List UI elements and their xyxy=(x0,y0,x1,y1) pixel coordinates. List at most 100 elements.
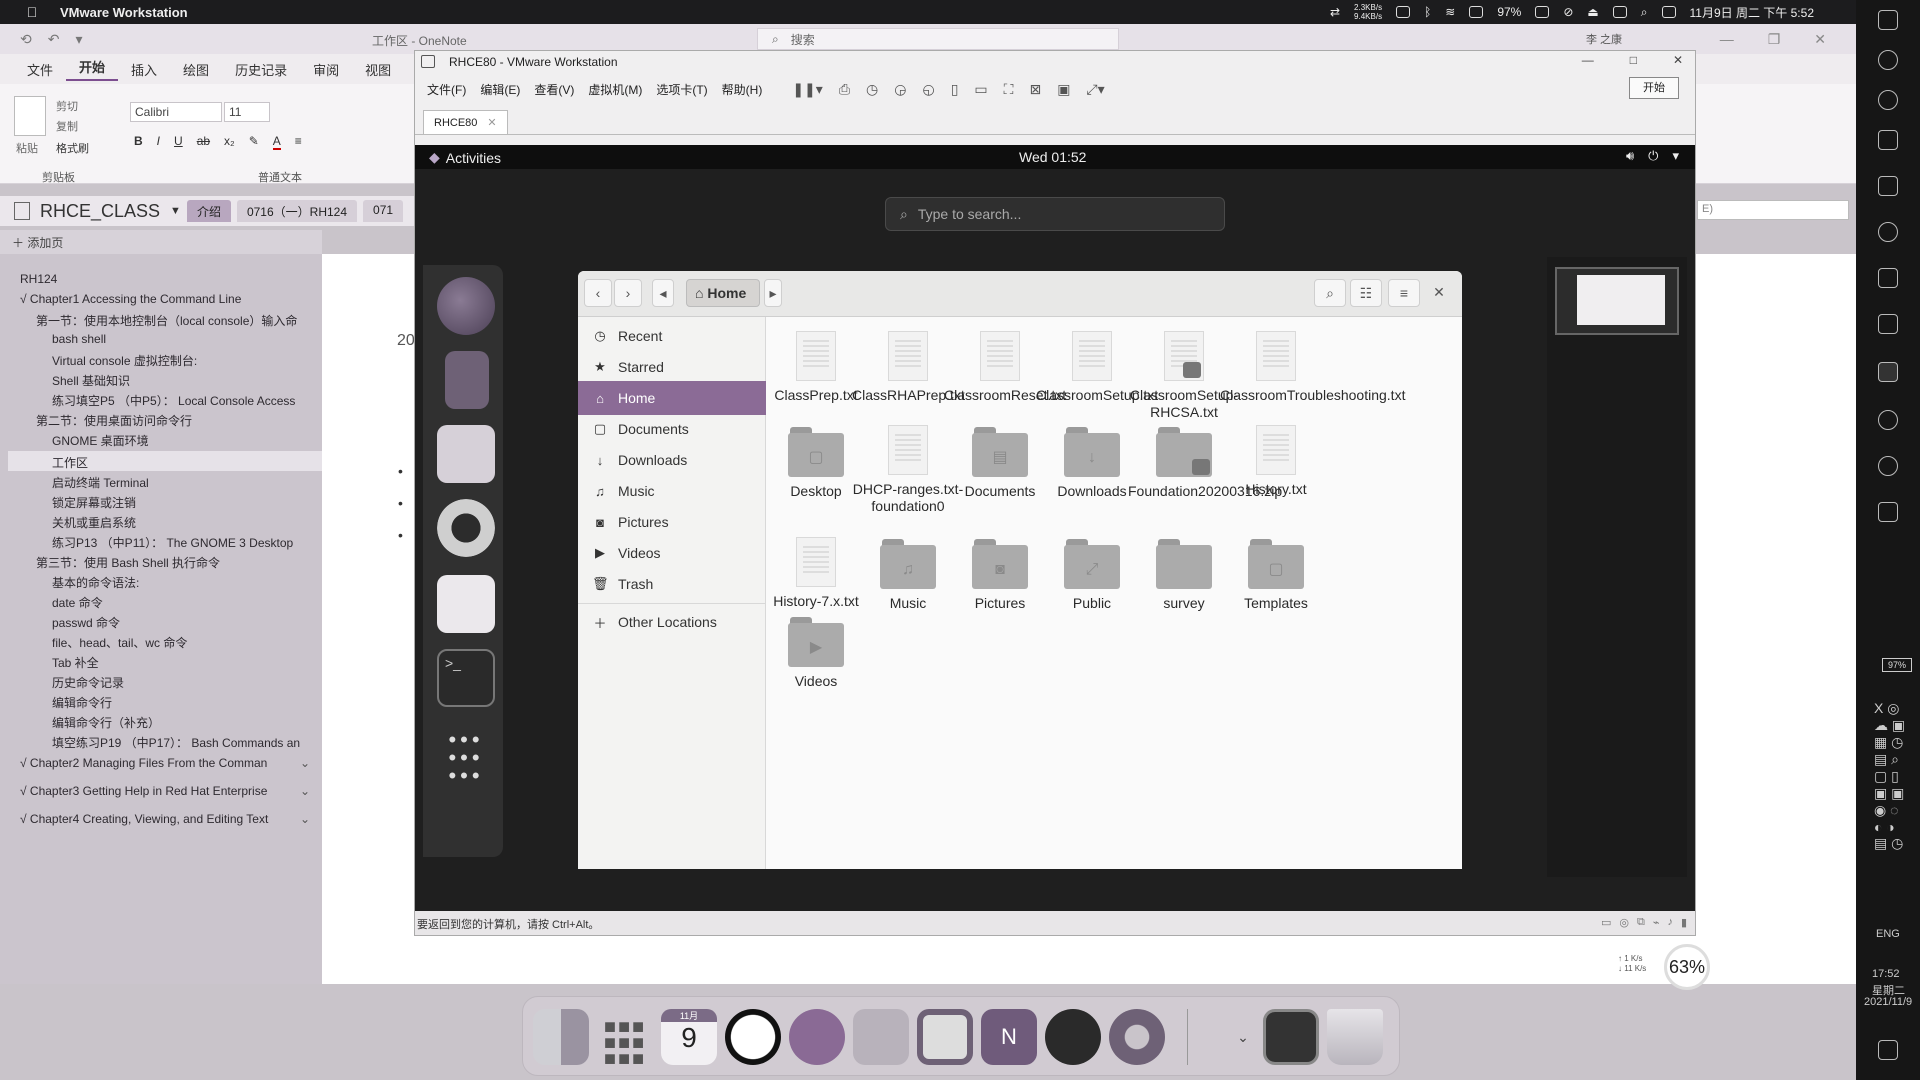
folder-item[interactable]: ▶ Videos xyxy=(760,615,872,690)
minimize-icon[interactable]: — xyxy=(1720,31,1734,48)
back-button[interactable]: ‹ xyxy=(584,279,612,307)
spotlight-icon[interactable]: ⌕ xyxy=(1641,5,1648,20)
page-item[interactable]: RH124 xyxy=(20,272,57,286)
phone-icon[interactable] xyxy=(1396,6,1411,18)
mute-icon[interactable]: ⊘ xyxy=(1563,5,1573,19)
section-tab-rh124[interactable]: 0716（一）RH124 xyxy=(236,200,358,222)
tab-home[interactable]: 开始 xyxy=(66,57,119,81)
eject-icon[interactable]: ⏏ xyxy=(1587,5,1598,19)
page-item[interactable]: Virtual console 虚拟控制台: xyxy=(52,352,197,369)
sync-icon[interactable]: ⇄ xyxy=(1330,5,1340,19)
sidebar-item-trash[interactable]: 🗑︎ Trash xyxy=(578,567,766,601)
chapter-item[interactable]: √ Chapter3 Getting Help in Red Hat Enter… xyxy=(20,784,320,798)
paste-label[interactable]: 粘贴 xyxy=(16,140,38,156)
sidebar-item-pictures[interactable]: ◙ Pictures xyxy=(578,505,766,539)
tab-insert[interactable]: 插入 xyxy=(118,60,170,79)
tab-draw[interactable]: 绘图 xyxy=(170,60,222,79)
trash-icon[interactable] xyxy=(1327,1009,1383,1065)
search-button[interactable]: ⌕ xyxy=(1314,279,1346,307)
datetime[interactable]: 11月9日 周二 下午 5:52 xyxy=(1690,4,1815,21)
subscript-button[interactable]: x₂ xyxy=(224,134,235,150)
bluetooth-icon[interactable]: ᛒ xyxy=(1424,5,1431,19)
section-tab-071[interactable]: 071 xyxy=(363,200,404,222)
screenshot-icon[interactable] xyxy=(1263,1009,1319,1065)
file-item[interactable]: ClassroomTroubleshooting.txt xyxy=(1220,331,1405,404)
page-item[interactable]: passwd 命令 xyxy=(52,614,120,631)
revert-snapshot-icon[interactable]: ◶ xyxy=(894,81,906,98)
page-item-selected[interactable]: 工作区 xyxy=(8,451,330,471)
calendar-icon[interactable]: 11月 9 xyxy=(661,1009,717,1065)
path-home-button[interactable]: ⌂ Home xyxy=(686,279,760,307)
sidebar-item-documents[interactable]: ▢ Documents xyxy=(578,412,766,446)
view-toggle-button[interactable]: ☷ xyxy=(1350,279,1382,307)
taskbar-app-icon[interactable] xyxy=(1878,176,1898,196)
align-icon[interactable]: ≡ xyxy=(295,134,302,150)
pause-icon[interactable]: ❚❚▾ xyxy=(792,81,823,98)
undo-icon[interactable]: ↶ xyxy=(48,31,60,48)
notification-icon[interactable] xyxy=(1878,1040,1898,1060)
cpu-gauge[interactable]: 63% xyxy=(1664,944,1710,990)
taskbar-time[interactable]: 17:52 xyxy=(1872,968,1900,980)
page-item[interactable]: file、head、tail、wc 命令 xyxy=(52,634,187,651)
back-icon[interactable]: ⟲ xyxy=(20,31,32,48)
notebook-switcher[interactable]: RHCE_CLASS ▼ xyxy=(14,201,181,222)
input-method-icon[interactable] xyxy=(1612,6,1627,18)
battery-indicator[interactable]: 97% xyxy=(1882,658,1912,672)
page-item[interactable]: 编辑命令行 xyxy=(52,694,112,711)
restore-icon[interactable]: ❐ xyxy=(1768,31,1781,48)
bold-button[interactable]: B xyxy=(134,134,143,150)
strikethrough-button[interactable]: ab xyxy=(197,134,210,150)
page-item[interactable]: GNOME 桌面环境 xyxy=(52,432,149,449)
apple-icon[interactable]:  xyxy=(22,4,42,20)
sound-icon[interactable]: ♪ xyxy=(1667,916,1673,929)
font-name-select[interactable]: Calibri xyxy=(130,102,222,122)
chapter-item[interactable]: √ Chapter4 Creating, Viewing, and Editin… xyxy=(20,812,320,826)
menu-edit[interactable]: 编辑(E) xyxy=(480,81,520,98)
sidebar-item-starred[interactable]: ★ Starred xyxy=(578,350,766,384)
hdd-icon[interactable]: ▭ xyxy=(1601,916,1611,929)
sidebar-item-other-locations[interactable]: ＋ Other Locations xyxy=(578,605,766,639)
page-item[interactable]: 基本的命令语法: xyxy=(52,574,139,591)
help-icon[interactable] xyxy=(437,499,495,557)
menu-vm[interactable]: 虚拟机(M) xyxy=(588,81,642,98)
vmware-dock-icon[interactable] xyxy=(917,1009,973,1065)
page-item[interactable]: Shell 基础知识 xyxy=(52,372,130,389)
vm-tab[interactable]: RHCE80 ✕ xyxy=(423,110,508,134)
close-icon[interactable]: ✕ xyxy=(1814,31,1826,48)
thumbnail-icon[interactable]: ▭ xyxy=(974,81,987,98)
onenote-taskbar-icon[interactable] xyxy=(1878,314,1898,334)
taskbar-app-icon[interactable] xyxy=(1878,456,1898,476)
page-item[interactable]: 历史命令记录 xyxy=(52,674,124,691)
console-icon[interactable]: ▣ xyxy=(1057,81,1070,98)
app-grid-icon[interactable]: ••• ••• ••• xyxy=(437,725,495,787)
stretch-icon[interactable]: ⤢▾ xyxy=(1086,81,1104,98)
italic-button[interactable]: I xyxy=(157,134,160,150)
start-icon[interactable] xyxy=(1878,10,1898,30)
control-center-icon[interactable] xyxy=(1661,6,1676,18)
network-icon[interactable]: ⧉ xyxy=(1637,916,1645,929)
usb-icon[interactable]: ⌁ xyxy=(1653,916,1660,929)
finder-icon[interactable] xyxy=(533,1009,589,1065)
sidebar-toggle-icon[interactable]: ▯ xyxy=(951,81,959,98)
sidebar-item-recent[interactable]: ◷ Recent xyxy=(578,319,766,353)
obs-icon[interactable] xyxy=(1045,1009,1101,1065)
vmware-taskbar-icon[interactable] xyxy=(1878,362,1898,382)
menu-view[interactable]: 查看(V) xyxy=(534,81,574,98)
overview-search-input[interactable]: ⌕ Type to search... xyxy=(885,197,1225,231)
page-item[interactable]: 启动终端 Terminal xyxy=(52,474,149,491)
activities-button[interactable]: ◆ Activities xyxy=(429,149,501,166)
app-name[interactable]: VMware Workstation xyxy=(60,5,188,20)
underline-button[interactable]: U xyxy=(174,134,183,150)
display-icon[interactable] xyxy=(1469,6,1484,18)
guest-screen[interactable]: ◆ Activities Wed 01:52 🔊︎ ⏻ ▾ ⌕ Type to … xyxy=(415,145,1695,913)
taskbar-app-icon[interactable] xyxy=(1878,502,1898,522)
taskbar-app-icon[interactable] xyxy=(1878,410,1898,430)
firefox-icon[interactable] xyxy=(437,277,495,335)
workspace-thumbnail[interactable] xyxy=(1555,267,1679,335)
file-item[interactable]: History.txt xyxy=(1220,425,1332,498)
page-item[interactable]: bash shell xyxy=(52,332,106,346)
user-name[interactable]: 李 之康 xyxy=(1586,31,1622,47)
close-icon[interactable]: ✕ xyxy=(1673,53,1683,67)
page-item[interactable]: 关机或重启系统 xyxy=(52,514,136,531)
message-icon[interactable]: ▮ xyxy=(1681,916,1687,929)
